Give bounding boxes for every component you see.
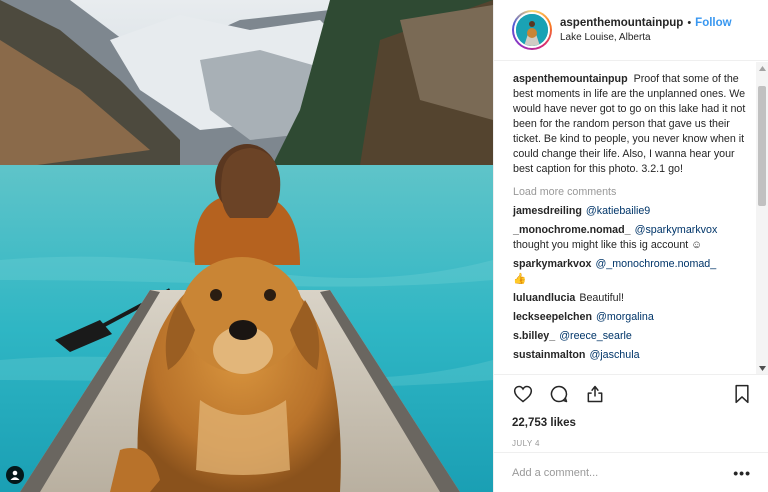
caption-text: Proof that some of the best moments in l… xyxy=(513,73,746,175)
tagged-user-icon[interactable] xyxy=(6,466,24,484)
caption-username[interactable]: aspenthemountainpup xyxy=(513,73,628,85)
lake-canoe-dog-image xyxy=(0,0,493,492)
scroll-up-arrow-icon[interactable] xyxy=(756,62,768,74)
comment-item: _monochrome.nomad_ @sparkymarkvox thought… xyxy=(513,223,751,253)
comment-item: sustainmalton @jaschula xyxy=(513,348,751,363)
comment-text: 👍 xyxy=(513,273,527,285)
comment-username[interactable]: jamesdreiling xyxy=(513,205,582,217)
follow-button[interactable]: Follow xyxy=(695,17,731,29)
comment-item: luluandlucia Beautiful! xyxy=(513,291,751,306)
comment-mention[interactable]: @sparkymarkvox xyxy=(635,224,718,236)
comment-text: Beautiful! xyxy=(579,292,624,304)
avatar[interactable] xyxy=(512,10,552,50)
add-comment-bar: ••• xyxy=(494,452,768,492)
comment-username[interactable]: leckseepelchen xyxy=(513,311,592,323)
likes-count[interactable]: 22,753 likes xyxy=(512,417,753,429)
comment-mention[interactable]: @jaschula xyxy=(589,349,639,361)
comment-item: s.billey_ @reece_searle xyxy=(513,329,751,344)
comment-item: sparkymarkvox @_monochrome.nomad_ 👍 xyxy=(513,257,751,287)
load-more-comments-button[interactable]: Load more comments xyxy=(513,186,751,198)
post-side-panel: aspenthemountainpup • Follow Lake Louise… xyxy=(493,0,768,492)
share-icon[interactable] xyxy=(584,383,606,405)
more-options-button[interactable]: ••• xyxy=(733,465,751,481)
post-header: aspenthemountainpup • Follow Lake Louise… xyxy=(494,0,768,61)
comment-username[interactable]: sustainmalton xyxy=(513,349,585,361)
bookmark-icon[interactable] xyxy=(731,383,753,405)
comment-item: jamesdreiling @katiebailie9 xyxy=(513,204,751,219)
scroll-down-arrow-icon[interactable] xyxy=(756,362,768,374)
instagram-post: aspenthemountainpup • Follow Lake Louise… xyxy=(0,0,768,492)
heart-icon[interactable] xyxy=(512,383,534,405)
caption: aspenthemountainpup Proof that some of t… xyxy=(513,72,751,177)
comment-mention[interactable]: @_monochrome.nomad_ xyxy=(595,258,716,270)
comment-mention[interactable]: @reece_searle xyxy=(559,330,632,342)
location-link[interactable]: Lake Louise, Alberta xyxy=(560,32,732,43)
comment-username[interactable]: luluandlucia xyxy=(513,292,575,304)
add-comment-input[interactable] xyxy=(512,466,734,479)
comment-mention[interactable]: @katiebailie9 xyxy=(586,205,650,217)
post-actions: 22,753 likes JULY 4 xyxy=(494,374,768,448)
header-username[interactable]: aspenthemountainpup xyxy=(560,17,683,29)
comments-scrollbar[interactable] xyxy=(756,62,768,374)
comment-username[interactable]: _monochrome.nomad_ xyxy=(513,224,631,236)
comment-username[interactable]: sparkymarkvox xyxy=(513,258,591,270)
post-photo[interactable] xyxy=(0,0,493,492)
comment-username[interactable]: s.billey_ xyxy=(513,330,555,342)
comment-mention[interactable]: @morgalina xyxy=(596,311,654,323)
post-date: JULY 4 xyxy=(512,439,540,448)
comment-text: thought you might like this ig account ☺ xyxy=(513,239,703,251)
comment-icon[interactable] xyxy=(548,383,570,405)
comments-list[interactable]: aspenthemountainpup Proof that some of t… xyxy=(494,62,768,374)
comment-item: leckseepelchen @morgalina xyxy=(513,310,751,325)
separator-dot: • xyxy=(687,17,692,29)
scrollbar-thumb[interactable] xyxy=(758,86,766,206)
